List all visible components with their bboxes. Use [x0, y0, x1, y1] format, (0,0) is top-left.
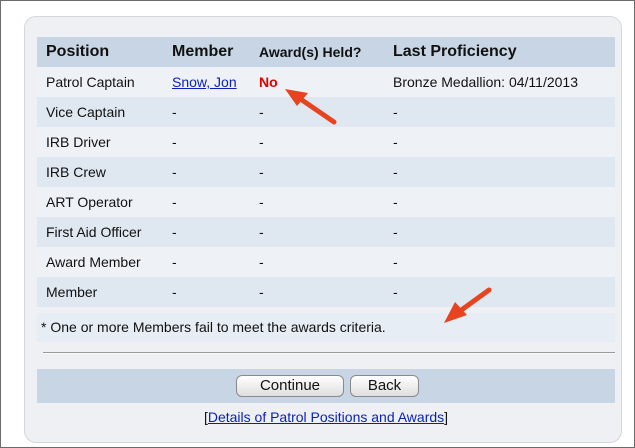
award-cell: - — [250, 277, 384, 307]
member-cell: - — [163, 97, 250, 127]
proficiency-cell: - — [384, 187, 615, 217]
table-row: Member - - - — [37, 277, 615, 307]
position-cell: Award Member — [37, 247, 163, 277]
position-cell: ART Operator — [37, 187, 163, 217]
table-row: IRB Driver - - - — [37, 127, 615, 157]
award-cell: - — [250, 157, 384, 187]
member-cell: - — [163, 127, 250, 157]
proficiency-cell: - — [384, 247, 615, 277]
table-header-row: Position Member Award(s) Held? Last Prof… — [37, 37, 615, 67]
column-header-position: Position — [37, 37, 163, 67]
proficiency-cell: Bronze Medallion: 04/11/2013 — [384, 67, 615, 97]
award-cell: - — [250, 97, 384, 127]
member-cell: - — [163, 217, 250, 247]
column-header-last-proficiency: Last Proficiency — [384, 37, 615, 67]
table-row: Award Member - - - — [37, 247, 615, 277]
proficiency-cell: - — [384, 277, 615, 307]
table-row: Vice Captain - - - — [37, 97, 615, 127]
position-cell: Member — [37, 277, 163, 307]
position-cell: First Aid Officer — [37, 217, 163, 247]
position-cell: IRB Driver — [37, 127, 163, 157]
member-cell: Snow, Jon — [163, 67, 250, 97]
positions-table: Position Member Award(s) Held? Last Prof… — [37, 37, 615, 307]
button-bar: Continue Back — [37, 369, 615, 403]
position-cell: Vice Captain — [37, 97, 163, 127]
table-row: First Aid Officer - - - — [37, 217, 615, 247]
award-cell: - — [250, 127, 384, 157]
member-cell: - — [163, 157, 250, 187]
member-cell: - — [163, 247, 250, 277]
table-row: Patrol Captain Snow, Jon No Bronze Medal… — [37, 67, 615, 97]
proficiency-cell: - — [384, 127, 615, 157]
position-cell: Patrol Captain — [37, 67, 163, 97]
footer-links: [Details of Patrol Positions and Awards] — [37, 406, 615, 428]
column-header-member: Member — [163, 37, 250, 67]
details-link[interactable]: Details of Patrol Positions and Awards — [208, 409, 444, 425]
proficiency-cell: - — [384, 217, 615, 247]
back-button[interactable]: Back — [350, 375, 419, 397]
close-bracket: ] — [444, 409, 449, 425]
award-cell: - — [250, 247, 384, 277]
awards-criteria-note: * One or more Members fail to meet the a… — [37, 313, 615, 342]
proficiency-cell: - — [384, 157, 615, 187]
award-cell: No — [250, 67, 384, 97]
divider — [43, 352, 615, 354]
proficiency-cell: - — [384, 97, 615, 127]
member-cell: - — [163, 277, 250, 307]
award-status: No — [259, 74, 278, 90]
column-header-awards-held: Award(s) Held? — [250, 37, 384, 67]
table-row: IRB Crew - - - — [37, 157, 615, 187]
member-cell: - — [163, 187, 250, 217]
continue-button[interactable]: Continue — [236, 375, 344, 397]
member-link[interactable]: Snow, Jon — [172, 74, 237, 90]
position-cell: IRB Crew — [37, 157, 163, 187]
table-row: ART Operator - - - — [37, 187, 615, 217]
award-cell: - — [250, 217, 384, 247]
award-cell: - — [250, 187, 384, 217]
